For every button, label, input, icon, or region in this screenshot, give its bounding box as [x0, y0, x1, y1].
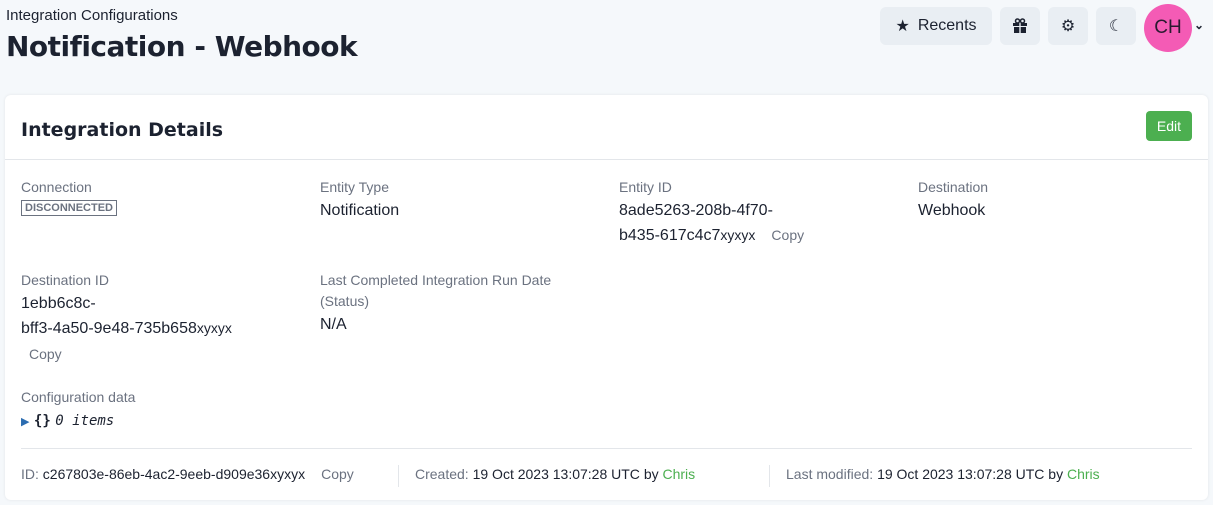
status-badge: DISCONNECTED — [21, 200, 118, 216]
copy-destination-id-button[interactable]: Copy — [29, 346, 62, 362]
recents-button[interactable]: ★ Recents — [880, 7, 992, 45]
dark-mode-button[interactable]: ☾ — [1096, 7, 1136, 45]
star-icon: ★ — [895, 18, 910, 35]
modified-value: 19 Oct 2023 13:07:28 UTC — [877, 466, 1045, 482]
modified-label: Last modified: — [786, 466, 874, 482]
entity-type-label: Entity Type — [320, 179, 390, 195]
footer: ID: c267803e-86eb-4ac2-9eeb-d909e36xyxyx… — [21, 448, 1192, 498]
modified-by-link[interactable]: Chris — [1067, 466, 1100, 482]
destination-id-label: Destination ID — [21, 272, 109, 288]
configuration-tree[interactable]: ▶ {} 0 items — [21, 408, 135, 435]
configuration-label: Configuration data — [21, 389, 136, 405]
gears-icon: ⚙ — [1060, 18, 1076, 35]
gift-icon — [1013, 18, 1027, 33]
destination-id-line2: bff3-4a50-9e48-735b658 — [21, 320, 197, 337]
gift-button[interactable] — [1000, 7, 1040, 45]
entity-id-label: Entity ID — [619, 179, 672, 195]
entity-type-value: Notification — [320, 202, 400, 219]
destination-id-suffix: xyxyx — [196, 320, 232, 336]
by-label: by — [643, 466, 659, 482]
copy-entity-id-button[interactable]: Copy — [771, 227, 804, 243]
last-run-label: Last Completed Integration Run Date — [320, 272, 552, 288]
created-label: Created: — [415, 466, 469, 482]
id-label: ID: — [21, 466, 39, 482]
recents-label: Recents — [917, 17, 977, 34]
item-count: 0 items — [55, 413, 115, 429]
card-title: Integration Details — [21, 119, 224, 141]
created-value: 19 Oct 2023 13:07:28 UTC — [472, 466, 640, 482]
by-label: by — [1048, 466, 1064, 482]
chevron-down-icon[interactable]: ⌄ — [1194, 18, 1204, 32]
destination-id-line1: 1ebb6c8c- — [21, 295, 96, 312]
copy-id-button[interactable]: Copy — [321, 466, 354, 482]
id-value: c267803e-86eb-4ac2-9eeb-d909e36xyxyx — [42, 466, 306, 482]
settings-button[interactable]: ⚙ — [1048, 7, 1088, 45]
breadcrumb[interactable]: Integration Configurations — [6, 7, 178, 24]
avatar[interactable]: CH — [1144, 4, 1192, 52]
page-title: Notification - Webhook — [6, 30, 358, 63]
entity-id-suffix: xyxyx — [720, 227, 756, 243]
connection-label: Connection — [21, 179, 92, 195]
entity-id-line1: 8ade5263-208b-4f70- — [619, 202, 773, 219]
moon-icon: ☾ — [1108, 18, 1124, 35]
last-run-value: N/A — [320, 316, 347, 333]
destination-label: Destination — [918, 179, 989, 195]
entity-id-line2: b435-617c4c7 — [619, 227, 721, 244]
expand-caret-icon[interactable]: ▶ — [21, 416, 29, 428]
integration-details-card: Integration Details Edit Connection DISC… — [5, 95, 1208, 500]
last-run-label-status: (Status) — [320, 293, 370, 309]
created-by-link[interactable]: Chris — [663, 466, 696, 482]
destination-value: Webhook — [918, 202, 986, 219]
edit-button[interactable]: Edit — [1145, 111, 1192, 141]
braces: {} — [33, 413, 51, 429]
